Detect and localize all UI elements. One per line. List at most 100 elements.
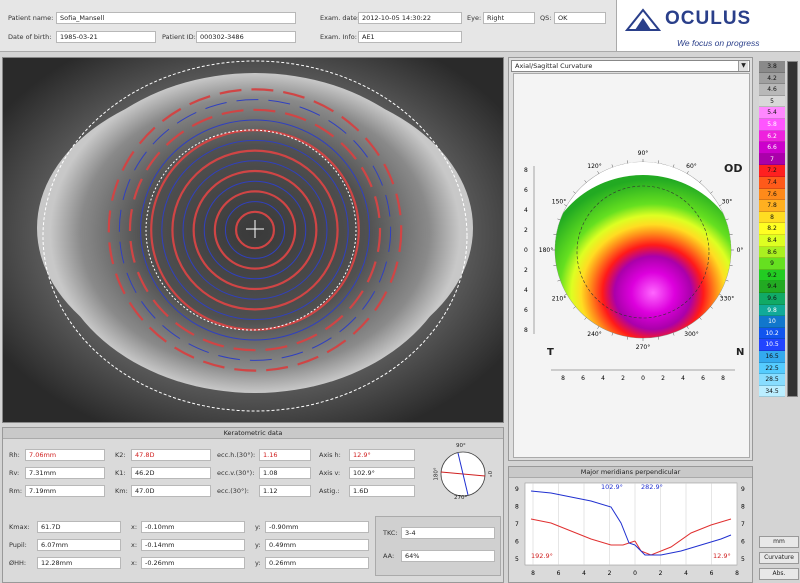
exam-info-label: Exam. Info: [320, 33, 357, 41]
patient-id-label: Patient ID: [162, 33, 196, 41]
map-tick [672, 332, 675, 336]
scale-step: 3.8 [759, 61, 785, 73]
eccv-label: ecc.v.(30°): [217, 469, 255, 477]
dial-left-label: 180° [433, 467, 440, 481]
scale-step: 5 [759, 95, 785, 108]
pupil-field[interactable]: 6.07mm [37, 539, 121, 551]
map-tick [611, 332, 614, 336]
map-tick [729, 233, 733, 235]
scale-step: 9.6 [759, 293, 785, 305]
chevron-down-icon[interactable]: ▼ [738, 61, 748, 71]
map-tick [584, 180, 587, 183]
mm-button[interactable]: mm [759, 536, 799, 548]
axisv-label: Axis v: [319, 469, 341, 477]
kmax-field[interactable]: 61.7D [37, 521, 121, 533]
ecc-label: ecc.(30°): [217, 487, 249, 495]
rm-field[interactable]: 7.19mm [25, 485, 105, 497]
pupil-label: Pupil: [9, 541, 27, 549]
exam-info-field[interactable]: AE1 [358, 31, 462, 43]
dial-top-label: 90° [456, 443, 466, 449]
oculus-logo: OCULUS We focus on progress [616, 0, 800, 52]
qs-field[interactable]: OK [554, 12, 606, 24]
scale-step: 28.5 [759, 374, 785, 386]
exam-date-field[interactable]: 2012-10-05 14:30:22 [358, 12, 462, 24]
scale-step: 8.6 [759, 246, 785, 259]
map-type-select[interactable]: Axial/Sagittal Curvature ▼ [511, 60, 750, 72]
profile-x-tick: 4 [684, 570, 688, 577]
map-y-tick: 8 [524, 167, 528, 174]
meridian-red-top-label: 282.9° [641, 483, 663, 491]
logo-mark-icon [625, 8, 661, 31]
hwtw-y-field[interactable]: 0.26mm [265, 557, 369, 569]
kmax-y-field[interactable]: -0.90mm [265, 521, 369, 533]
profile-x-tick: 2 [659, 570, 663, 577]
hwtw-x-field[interactable]: -0.26mm [141, 557, 245, 569]
profile-x-tick: 8 [735, 570, 739, 577]
map-x-tick: 2 [621, 375, 625, 382]
rv-label: Rv: [9, 469, 20, 477]
axish-field[interactable]: 12.9° [349, 449, 415, 461]
dob-field[interactable]: 1985-03-21 [56, 31, 156, 43]
keratometric-title: Keratometric data [3, 428, 503, 439]
profile-x-tick: 0 [633, 570, 637, 577]
patient-name-label: Patient name: [8, 14, 54, 22]
abs-button[interactable]: Abs. [759, 568, 799, 580]
aa-field[interactable]: 64% [401, 550, 495, 562]
eye-field[interactable]: Right [483, 12, 535, 24]
tkc-field[interactable]: 3-4 [401, 527, 495, 539]
topography-svg: 90° 60° 30° 0° 330° 300° 270° 240° 210° 180° 150° 1… [524, 150, 743, 382]
kmax-x-field[interactable]: -0.10mm [141, 521, 245, 533]
k1-field[interactable]: 46.2D [131, 467, 211, 479]
profile-x-tick: 6 [557, 570, 561, 577]
topography-panel: Axial/Sagittal Curvature ▼ 90° 60° 30° 0… [508, 57, 753, 461]
map-angle-label: 60° [686, 163, 697, 170]
topography-map[interactable]: 90° 60° 30° 0° 330° 300° 270° 240° 210° 180° 150° 1… [513, 73, 750, 458]
map-tick [699, 180, 702, 183]
map-x-tick: 8 [721, 375, 725, 382]
map-y-tick: 6 [524, 307, 528, 314]
patient-id-field[interactable]: 000302-3486 [196, 31, 296, 43]
profile-x-tick: 2 [608, 570, 612, 577]
pupil-x-label: x: [131, 541, 138, 549]
hwtw-label: ØHH: [9, 559, 27, 567]
ecch-field[interactable]: 1.16 [259, 449, 311, 461]
pupil-y-label: y: [255, 541, 261, 549]
k2-field[interactable]: 47.8D [131, 449, 211, 461]
map-angle-label: 300° [684, 331, 698, 338]
map-tick [710, 191, 713, 194]
patient-name-field[interactable]: Sofia_Mansell [56, 12, 296, 24]
scale-step: 8.4 [759, 235, 785, 247]
temporal-label: T [547, 347, 554, 358]
ecc-field[interactable]: 1.12 [259, 485, 311, 497]
eye-label: Eye: [467, 14, 482, 22]
map-y-tick: 6 [524, 187, 528, 194]
scale-step: 10.5 [759, 339, 785, 351]
map-tick [699, 317, 702, 320]
pupil-y-field[interactable]: 0.49mm [265, 539, 369, 551]
profile-y-tick: 9 [515, 486, 519, 493]
hwtw-x-label: x: [131, 559, 138, 567]
map-angle-label: 90° [638, 150, 649, 157]
map-angle-label: 330° [720, 296, 734, 303]
scale-step: 6.6 [759, 142, 785, 154]
hwtw-y-label: y: [255, 559, 261, 567]
astig-field[interactable]: 1.6D [349, 485, 415, 497]
eccv-field[interactable]: 1.08 [259, 467, 311, 479]
km-field[interactable]: 47.0D [131, 485, 211, 497]
hwtw-field[interactable]: 12.28mm [37, 557, 121, 569]
curvature-button[interactable]: Curvature [759, 552, 799, 564]
pupil-x-field[interactable]: -0.14mm [141, 539, 245, 551]
map-tick [584, 317, 587, 320]
profile-y-tick: 8 [515, 504, 519, 511]
scale-step: 7.4 [759, 177, 785, 189]
profile-y-tick: 6 [741, 539, 745, 546]
brand-name: OCULUS [665, 8, 752, 29]
profile-y-tick: 5 [741, 556, 745, 563]
axisv-field[interactable]: 102.9° [349, 467, 415, 479]
eye-image[interactable] [2, 57, 504, 423]
rh-field[interactable]: 7.06mm [25, 449, 105, 461]
color-scale: 3.8 4.2 4.6 5 5.4 5.8 6.2 6.6 7 7.2 7.4 7.6 7.8 8 8.2 8… [759, 57, 799, 583]
map-y-tick: 0 [524, 247, 528, 254]
scale-step: 10 [759, 316, 785, 328]
rv-field[interactable]: 7.31mm [25, 467, 105, 479]
